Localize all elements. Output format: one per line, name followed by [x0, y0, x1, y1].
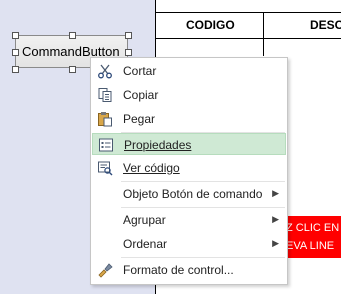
resize-handle[interactable] [69, 32, 76, 39]
menu-item-label: Propiedades [124, 138, 192, 152]
menu-item-label: Ordenar [123, 237, 168, 251]
view-code-icon [97, 160, 113, 176]
resize-handle[interactable] [12, 66, 19, 73]
menu-item-order[interactable]: Ordenar ▶ [92, 233, 286, 255]
header-desc: DESC [310, 18, 341, 32]
menu-item-command-button-object[interactable]: Objeto Botón de comando ▶ [92, 183, 286, 205]
menu-item-properties[interactable]: Propiedades [92, 133, 286, 155]
context-menu: Cortar Copiar Pegar Propiedades Ver códi… [90, 57, 288, 285]
menu-item-cut[interactable]: Cortar [92, 60, 286, 82]
menu-item-label: Agrupar [123, 213, 166, 227]
menu-item-label: Copiar [123, 88, 159, 102]
submenu-arrow-icon: ▶ [272, 214, 279, 224]
red-cell-text-1: Z CLIC EN [286, 222, 340, 234]
submenu-arrow-icon: ▶ [272, 188, 279, 198]
scissors-icon [97, 63, 113, 79]
menu-item-paste[interactable]: Pegar [92, 108, 286, 130]
grid-line [155, 12, 341, 13]
properties-icon [98, 137, 114, 153]
resize-handle[interactable] [69, 66, 76, 73]
resize-handle[interactable] [125, 32, 132, 39]
menu-item-label: Pegar [123, 112, 156, 126]
grid-line [155, 38, 341, 39]
menu-item-copy[interactable]: Copiar [92, 84, 286, 106]
grid-line [263, 13, 264, 56]
header-codigo: CODIGO [186, 18, 235, 32]
menu-item-label: Ver código [123, 161, 180, 175]
menu-separator [121, 207, 285, 208]
format-control-icon [97, 262, 113, 278]
resize-handle[interactable] [125, 49, 132, 56]
red-cell-text-2: EVA LINE [286, 240, 335, 252]
copy-icon [97, 87, 113, 103]
menu-item-label: Objeto Botón de comando [123, 187, 263, 201]
resize-handle[interactable] [12, 32, 19, 39]
menu-item-view-code[interactable]: Ver código [92, 157, 286, 179]
menu-item-group[interactable]: Agrupar ▶ [92, 209, 286, 231]
menu-separator [121, 181, 285, 182]
paste-icon [97, 111, 113, 127]
menu-item-label: Formato de control... [123, 263, 234, 277]
menu-item-label: Cortar [123, 64, 157, 78]
menu-separator [121, 257, 285, 258]
resize-handle[interactable] [12, 49, 19, 56]
submenu-arrow-icon: ▶ [272, 238, 279, 248]
menu-item-format-control[interactable]: Formato de control... [92, 259, 286, 281]
